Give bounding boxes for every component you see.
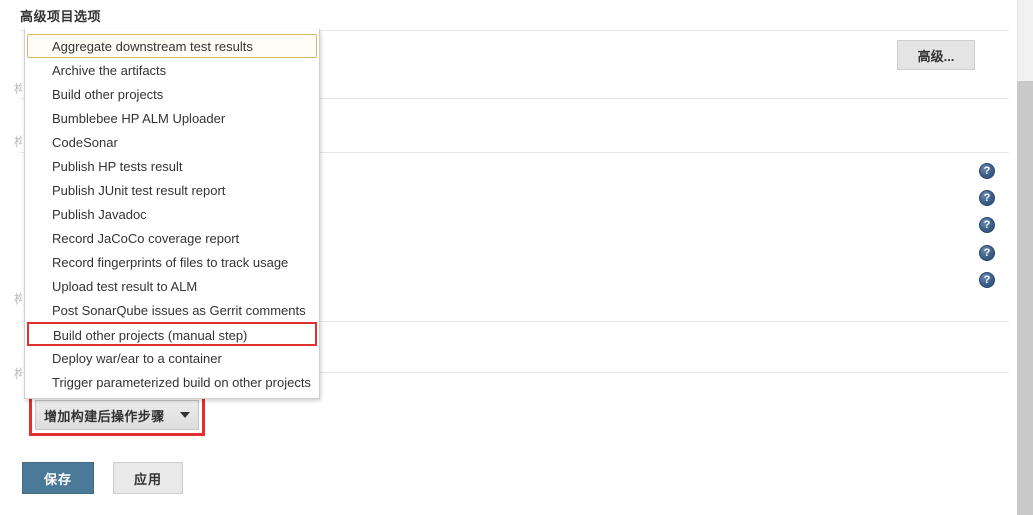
postbuild-highlight-box: 增加构建后操作步骤 bbox=[29, 394, 205, 436]
save-button[interactable]: 保存 bbox=[22, 462, 94, 494]
menu-item[interactable]: CodeSonar bbox=[27, 130, 317, 154]
page-scrollbar-track[interactable] bbox=[1017, 0, 1033, 515]
page-title: 高级项目选项 bbox=[20, 9, 102, 24]
help-icon-5[interactable] bbox=[979, 272, 995, 288]
menu-item[interactable]: Bumblebee HP ALM Uploader bbox=[27, 106, 317, 130]
menu-item[interactable]: Build other projects (manual step) bbox=[27, 322, 317, 346]
add-postbuild-step-button[interactable]: 增加构建后操作步骤 bbox=[35, 400, 199, 430]
menu-item[interactable]: Upload test result to ALM bbox=[27, 274, 317, 298]
menu-item[interactable]: Build other projects bbox=[27, 82, 317, 106]
advanced-button[interactable]: 高级... bbox=[897, 40, 975, 70]
add-postbuild-step-label: 增加构建后操作步骤 bbox=[44, 408, 165, 424]
menu-item[interactable]: Aggregate downstream test results bbox=[27, 34, 317, 58]
chevron-down-icon bbox=[180, 412, 190, 418]
menu-item[interactable]: Archive the artifacts bbox=[27, 58, 317, 82]
ghost-form-label-4: 构 bbox=[14, 367, 22, 381]
apply-button[interactable]: 应用 bbox=[113, 462, 183, 494]
help-icon-1[interactable] bbox=[979, 163, 995, 179]
help-icon-2[interactable] bbox=[979, 190, 995, 206]
menu-item[interactable]: Publish Javadoc bbox=[27, 202, 317, 226]
menu-item[interactable]: Record JaCoCo coverage report bbox=[27, 226, 317, 250]
postbuild-step-dropdown-menu[interactable]: Aggregate downstream test results Archive… bbox=[24, 29, 320, 399]
help-icon-4[interactable] bbox=[979, 245, 995, 261]
menu-item[interactable]: Publish HP tests result bbox=[27, 154, 317, 178]
menu-item[interactable]: Record fingerprints of files to track us… bbox=[27, 250, 317, 274]
menu-item[interactable]: Trigger parameterized build on other pro… bbox=[27, 370, 317, 394]
help-icon-3[interactable] bbox=[979, 217, 995, 233]
page-scrollbar-thumb[interactable] bbox=[1017, 81, 1033, 515]
ghost-form-label-2: 构 bbox=[14, 135, 22, 149]
ghost-form-label-1: 构 bbox=[14, 82, 22, 96]
menu-item[interactable]: Publish JUnit test result report bbox=[27, 178, 317, 202]
menu-item[interactable]: Post SonarQube issues as Gerrit comments bbox=[27, 298, 317, 322]
page-canvas: 高级项目选项 构 构 构 构 高级... 增加构建后操作步骤 保存 应用 Agg… bbox=[0, 0, 1033, 515]
ghost-form-label-3: 构 bbox=[14, 292, 22, 306]
menu-item[interactable]: Deploy war/ear to a container bbox=[27, 346, 317, 370]
